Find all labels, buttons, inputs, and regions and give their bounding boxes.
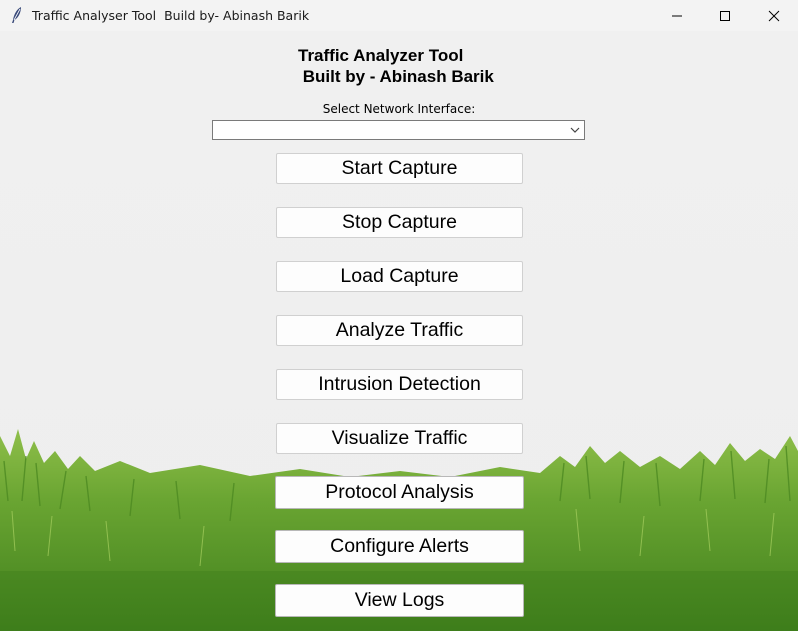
load-capture-button[interactable]: Load Capture xyxy=(276,261,523,292)
start-capture-button[interactable]: Start Capture xyxy=(276,153,523,184)
title-line-1: Traffic Analyzer Tool xyxy=(298,46,464,65)
title-line-2: Built by - Abinash Barik xyxy=(298,67,494,86)
minimize-icon xyxy=(672,15,682,16)
title-bar: Traffic Analyser Tool Build by- Abinash … xyxy=(0,0,798,31)
analyze-traffic-button[interactable]: Analyze Traffic xyxy=(276,315,523,346)
close-button[interactable] xyxy=(751,0,797,31)
protocol-analysis-button[interactable]: Protocol Analysis xyxy=(275,476,524,509)
intrusion-detection-button[interactable]: Intrusion Detection xyxy=(276,369,523,400)
interface-select[interactable] xyxy=(212,120,585,140)
minimize-button[interactable] xyxy=(654,0,700,31)
maximize-button[interactable] xyxy=(702,0,748,31)
chevron-down-icon xyxy=(570,127,580,133)
feather-icon xyxy=(12,7,21,23)
configure-alerts-button[interactable]: Configure Alerts xyxy=(275,530,524,563)
window-title: Traffic Analyser Tool Build by- Abinash … xyxy=(32,8,310,23)
page-title: Traffic Analyzer Tool Built by - Abinash… xyxy=(298,45,494,87)
close-icon xyxy=(768,10,780,21)
view-logs-button[interactable]: View Logs xyxy=(275,584,524,617)
maximize-icon xyxy=(720,10,730,21)
stop-capture-button[interactable]: Stop Capture xyxy=(276,207,523,238)
visualize-traffic-button[interactable]: Visualize Traffic xyxy=(276,423,523,454)
main-window: Traffic Analyzer Tool Built by - Abinash… xyxy=(0,31,798,631)
interface-label: Select Network Interface: xyxy=(322,102,476,116)
